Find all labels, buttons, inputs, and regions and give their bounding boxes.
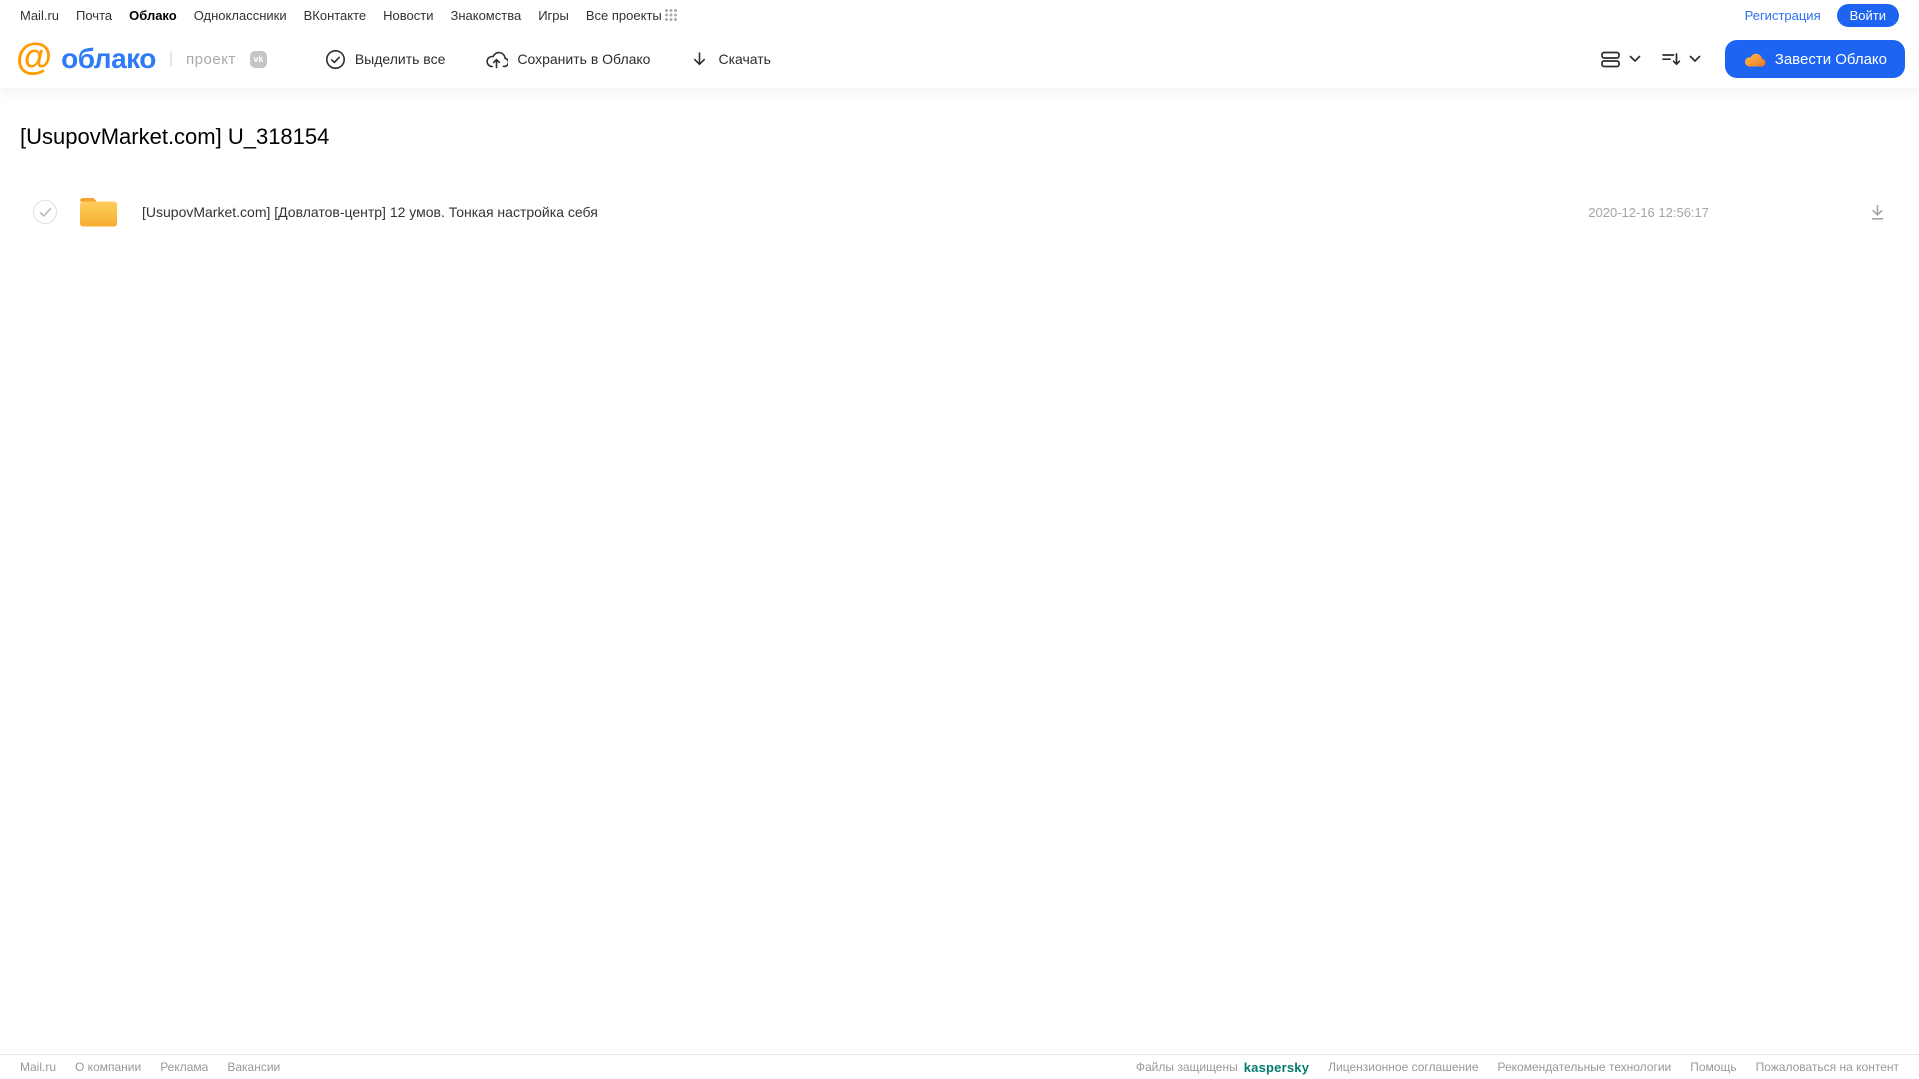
portal-nav-link[interactable]: ВКонтакте — [304, 8, 367, 23]
footer-link[interactable]: Лицензионное соглашение — [1328, 1060, 1478, 1074]
all-projects-grid-icon[interactable] — [664, 8, 678, 22]
download-label: Скачать — [718, 51, 771, 67]
select-all-button[interactable]: Выделить все — [325, 49, 446, 70]
logo-divider: | — [168, 50, 174, 67]
cloud-upload-icon — [485, 49, 509, 70]
portal-nav-link[interactable]: Mail.ru — [20, 8, 59, 23]
portal-nav-link[interactable]: Знакомства — [450, 8, 521, 23]
file-list: [UsupovMarket.com] [Довлатов-центр] 12 у… — [0, 190, 1919, 234]
portal-nav-link[interactable]: Одноклассники — [194, 8, 287, 23]
portal-nav-links: Mail.ru Почта Облако Одноклассники ВКонт… — [20, 8, 662, 23]
header-right-controls: Завести Облако — [1600, 40, 1905, 78]
cloud-logo-text: облако — [61, 43, 156, 74]
page-title: [UsupovMarket.com] U_318154 — [20, 124, 330, 149]
portal-nav-link[interactable]: Почта — [76, 8, 112, 23]
list-view-icon — [1600, 50, 1622, 69]
download-arrow-icon — [690, 50, 709, 69]
chevron-down-icon — [1629, 55, 1641, 63]
save-to-cloud-button[interactable]: Сохранить в Облако — [485, 49, 650, 70]
footer-link[interactable]: Вакансии — [227, 1060, 280, 1074]
row-download-icon[interactable] — [1868, 203, 1887, 222]
portal-nav-link[interactable]: Игры — [538, 8, 569, 23]
sort-control[interactable] — [1661, 51, 1701, 68]
check-circle-icon — [325, 49, 346, 70]
register-link[interactable]: Регистрация — [1745, 8, 1821, 23]
footer-link[interactable]: Рекомендательные технологии — [1498, 1060, 1672, 1074]
sort-icon — [1661, 51, 1682, 68]
portal-nav: Mail.ru Почта Облако Одноклассники ВКонт… — [0, 0, 1919, 30]
footer-link[interactable]: О компании — [75, 1060, 141, 1074]
toolbar-actions: Выделить все Сохранить в Облако Скачать — [325, 49, 771, 70]
row-checkbox[interactable] — [33, 200, 57, 224]
footer-link[interactable]: Реклама — [160, 1060, 208, 1074]
folder-icon — [78, 195, 119, 229]
orange-cloud-icon — [1743, 51, 1766, 68]
vk-logo-icon: vk — [249, 50, 267, 68]
select-all-label: Выделить все — [354, 51, 446, 67]
content-area: [UsupovMarket.com] U_318154 [UsupovMarke… — [0, 124, 1919, 234]
kaspersky-logo[interactable]: kaspersky — [1244, 1060, 1309, 1075]
file-row[interactable]: [UsupovMarket.com] [Довлатов-центр] 12 у… — [0, 190, 1919, 234]
portal-nav-right: Регистрация Войти — [1745, 3, 1899, 27]
footer-link[interactable]: Mail.ru — [20, 1060, 56, 1074]
protected-by-label: Файлы защищены — [1135, 1060, 1238, 1074]
cloud-header: @ облако | проект vk Выделить все Сохран… — [0, 30, 1919, 88]
save-to-cloud-label: Сохранить в Облако — [517, 51, 651, 67]
file-name-link[interactable]: [UsupovMarket.com] [Довлатов-центр] 12 у… — [142, 204, 598, 220]
portal-nav-link[interactable]: Новости — [383, 8, 433, 23]
footer-link[interactable]: Пожаловаться на контент — [1756, 1060, 1899, 1074]
cloud-logo[interactable]: @ облако | проект vk — [16, 38, 267, 75]
footer: Mail.ru О компании Реклама Вакансии Файл… — [0, 1054, 1919, 1079]
footer-right-list: Лицензионное соглашение Рекомендательные… — [1328, 1060, 1899, 1074]
download-button[interactable]: Скачать — [690, 50, 771, 69]
footer-link[interactable]: Помощь — [1690, 1060, 1736, 1074]
portal-nav-link[interactable]: Облако — [129, 8, 177, 23]
mailru-at-icon: @ — [16, 36, 53, 77]
project-label: проект — [186, 50, 236, 68]
portal-nav-link[interactable]: Все проекты — [586, 8, 662, 23]
view-mode-control[interactable] — [1600, 50, 1641, 69]
chevron-down-icon — [1689, 55, 1701, 63]
file-date: 2020-12-16 12:56:17 — [1588, 204, 1709, 220]
login-button[interactable]: Войти — [1836, 3, 1899, 27]
get-cloud-button[interactable]: Завести Облако — [1724, 40, 1905, 78]
kaspersky-protection: Файлы защищены kaspersky — [1136, 1060, 1309, 1075]
get-cloud-label: Завести Облако — [1774, 50, 1887, 68]
footer-right-links: Файлы защищены kaspersky Лицензионное со… — [1136, 1060, 1899, 1075]
footer-left-links: Mail.ru О компании Реклама Вакансии — [20, 1060, 280, 1074]
